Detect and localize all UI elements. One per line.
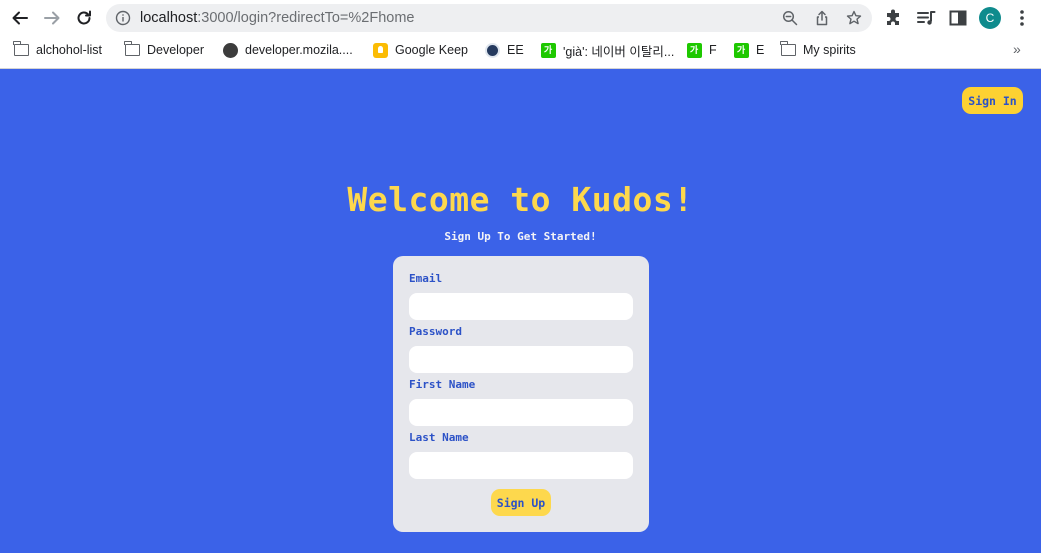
extensions-puzzle-icon[interactable]	[884, 8, 904, 28]
arrow-left-icon	[12, 11, 28, 25]
naver-dictionary-icon: 가	[733, 42, 749, 58]
url-host: localhost	[140, 10, 198, 26]
forward-button[interactable]	[40, 6, 64, 30]
last-name-field[interactable]	[409, 452, 633, 479]
email-field[interactable]	[409, 293, 633, 320]
globe-icon	[222, 42, 238, 58]
signup-form: Email Password First Name Last Name Sign…	[393, 256, 649, 532]
bookmarks-bar: alchohol-list Developer developer.mozila…	[0, 38, 1041, 62]
media-control-icon[interactable]	[916, 8, 936, 28]
naver-dictionary-icon: 가	[686, 42, 702, 58]
last-name-label: Last Name	[409, 431, 469, 444]
first-name-field[interactable]	[409, 399, 633, 426]
naver-dictionary-icon: 가	[540, 42, 556, 58]
email-label: Email	[409, 272, 443, 285]
bookmark-label: Google Keep	[395, 43, 468, 57]
bookmark-label: Developer	[147, 43, 204, 57]
reload-button[interactable]	[72, 6, 96, 30]
arrow-right-icon	[44, 11, 60, 25]
folder-icon	[780, 41, 796, 58]
profile-avatar[interactable]: C	[979, 7, 1001, 29]
bookmark-label: F	[709, 43, 717, 57]
bookmarks-overflow-chevron-icon[interactable]: »	[1013, 41, 1021, 57]
browser-toolbar: localhost:3000/login?redirectTo=%2Fhome …	[0, 0, 1041, 36]
bookmark-f[interactable]: 가 F	[686, 41, 717, 59]
bookmark-google-keep[interactable]: Google Keep	[372, 41, 468, 59]
login-page: Sign In Welcome to Kudos! Sign Up To Get…	[0, 69, 1041, 553]
bookmark-alchohol-list[interactable]: alchohol-list	[13, 41, 102, 59]
bookmark-gia-naver[interactable]: 가 'già': 네이버 이탈리...	[540, 41, 674, 59]
zoom-icon[interactable]	[782, 10, 798, 26]
url-path: :3000/login?redirectTo=%2Fhome	[197, 10, 415, 26]
share-icon[interactable]	[814, 10, 830, 26]
sign-in-button[interactable]: Sign In	[962, 87, 1023, 114]
back-button[interactable]	[8, 6, 32, 30]
bookmark-label: My spirits	[803, 43, 856, 57]
reload-icon	[77, 10, 91, 25]
bookmark-label: alchohol-list	[36, 43, 103, 57]
bookmark-label: E	[756, 43, 765, 57]
info-icon[interactable]	[115, 10, 131, 26]
password-label: Password	[409, 325, 462, 338]
folder-icon	[13, 41, 29, 58]
bookmark-label: developer.mozila....	[245, 43, 353, 57]
ee-icon	[484, 42, 500, 58]
password-field[interactable]	[409, 346, 633, 373]
bookmark-developer[interactable]: Developer	[124, 41, 204, 59]
bookmark-ee[interactable]: EE	[484, 41, 524, 59]
address-url[interactable]: localhost:3000/login?redirectTo=%2Fhome	[140, 10, 414, 26]
bookmark-developer-mozila[interactable]: developer.mozila....	[222, 41, 353, 59]
side-panel-icon[interactable]	[948, 8, 968, 28]
bookmark-my-spirits[interactable]: My spirits	[780, 41, 856, 59]
page-subtitle: Sign Up To Get Started!	[444, 230, 597, 243]
bookmark-label: 'già': 네이버 이탈리...	[563, 44, 675, 59]
bookmark-e[interactable]: 가 E	[733, 41, 764, 59]
page-title: Welcome to Kudos!	[347, 180, 694, 219]
star-icon[interactable]	[846, 10, 862, 26]
folder-icon	[124, 41, 140, 58]
more-menu-icon[interactable]	[1012, 8, 1032, 28]
sign-up-button[interactable]: Sign Up	[491, 489, 551, 516]
browser-chrome: localhost:3000/login?redirectTo=%2Fhome …	[0, 0, 1041, 69]
bookmark-label: EE	[507, 43, 524, 57]
google-keep-icon	[372, 42, 388, 58]
address-bar[interactable]: localhost:3000/login?redirectTo=%2Fhome	[106, 4, 872, 32]
first-name-label: First Name	[409, 378, 476, 391]
